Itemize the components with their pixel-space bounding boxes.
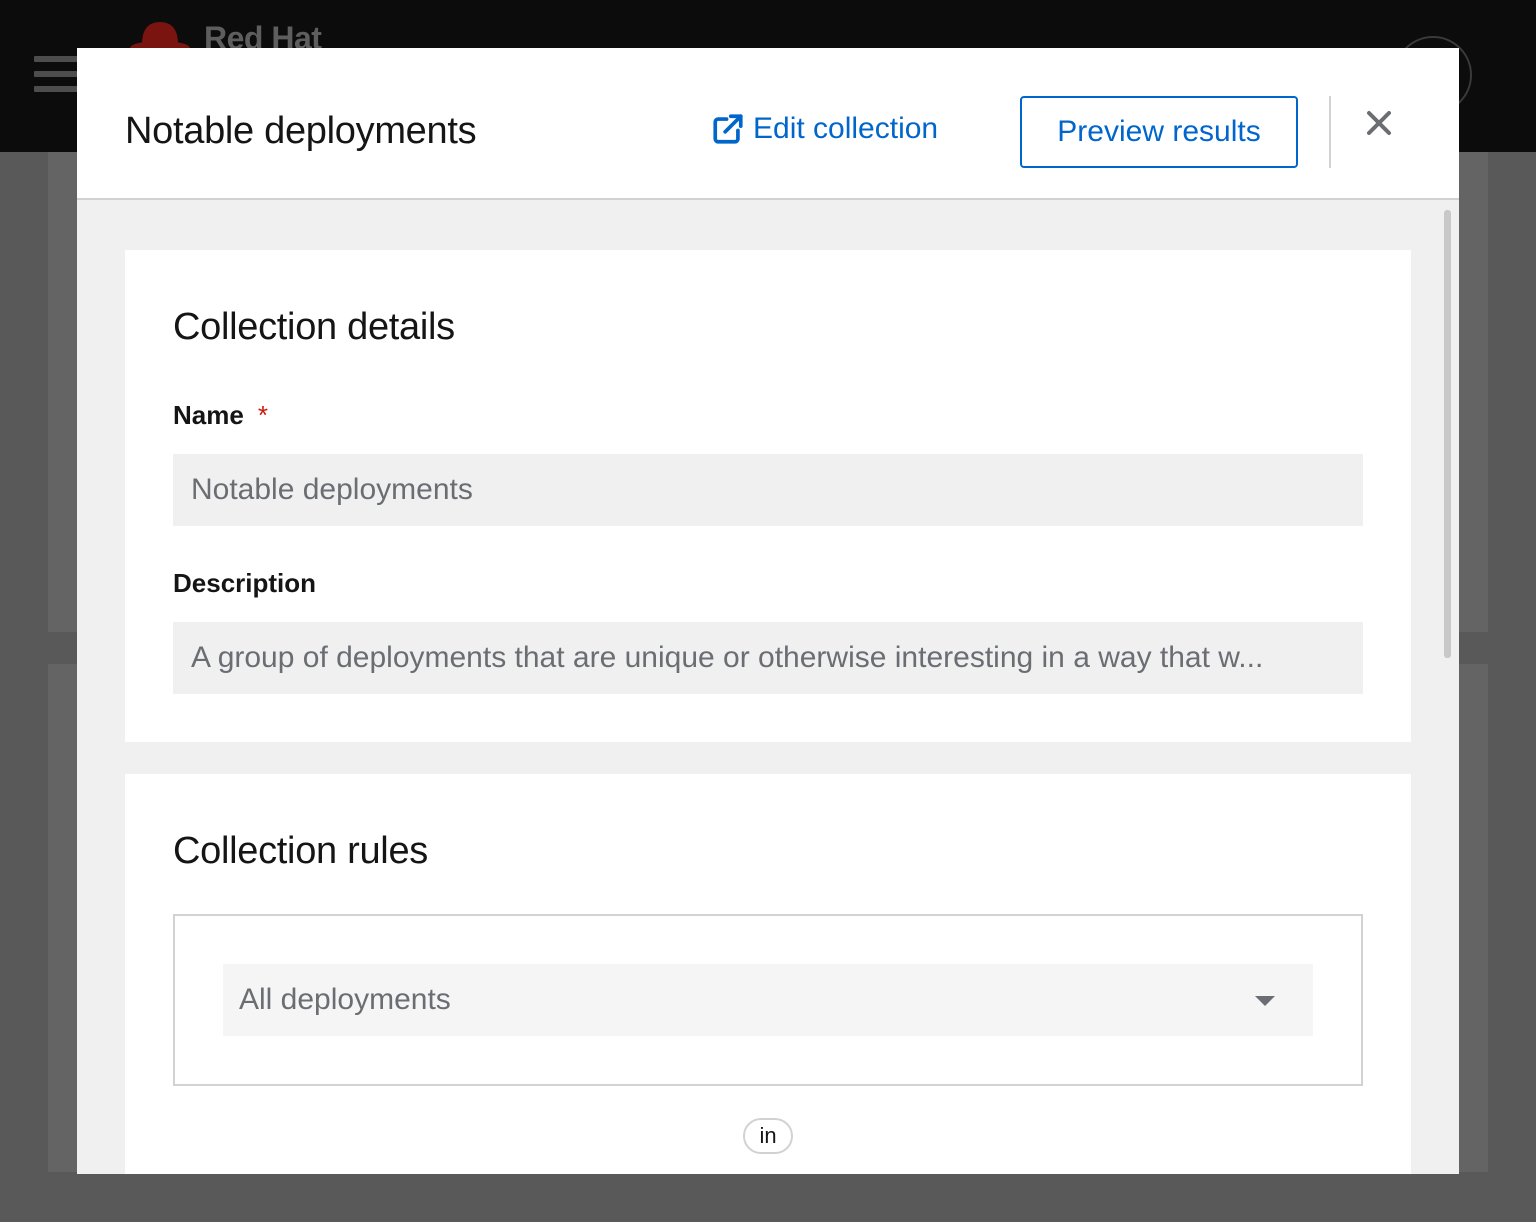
collection-details-heading: Collection details xyxy=(173,306,455,348)
collection-rules-card: Collection rules All deployments in xyxy=(125,774,1411,1174)
modal-title: Notable deployments xyxy=(125,110,477,152)
deployment-selector-value: All deployments xyxy=(239,983,451,1016)
modal-header: Notable deployments Edit collection Prev… xyxy=(77,48,1459,200)
collection-details-card: Collection details Name * Notable deploym… xyxy=(125,250,1411,742)
description-field-value: A group of deployments that are unique o… xyxy=(191,641,1264,674)
conjunction-badge: in xyxy=(743,1118,793,1154)
name-field[interactable]: Notable deployments xyxy=(173,454,1363,526)
required-marker: * xyxy=(257,400,268,430)
name-label-text: Name xyxy=(173,400,244,430)
close-icon xyxy=(1367,110,1391,135)
scrollbar[interactable] xyxy=(1444,210,1451,658)
caret-down-icon xyxy=(1255,996,1275,1006)
preview-results-button[interactable]: Preview results xyxy=(1020,96,1298,168)
name-field-value: Notable deployments xyxy=(191,473,473,506)
deployment-selector[interactable]: All deployments xyxy=(223,964,1313,1036)
hamburger-icon[interactable] xyxy=(34,56,78,96)
modal-body: Collection details Name * Notable deploym… xyxy=(77,202,1459,1174)
header-divider xyxy=(1329,96,1331,168)
edit-collection-link[interactable]: Edit collection xyxy=(711,112,938,146)
name-label: Name * xyxy=(173,400,268,431)
edit-collection-label: Edit collection xyxy=(753,112,939,145)
close-button[interactable] xyxy=(1361,106,1397,142)
collection-rules-heading: Collection rules xyxy=(173,830,428,872)
collection-modal: Notable deployments Edit collection Prev… xyxy=(77,48,1459,1174)
external-link-icon xyxy=(713,114,743,144)
deployment-rule-box: All deployments xyxy=(173,914,1363,1086)
description-label: Description xyxy=(173,568,317,598)
description-field[interactable]: A group of deployments that are unique o… xyxy=(173,622,1363,694)
